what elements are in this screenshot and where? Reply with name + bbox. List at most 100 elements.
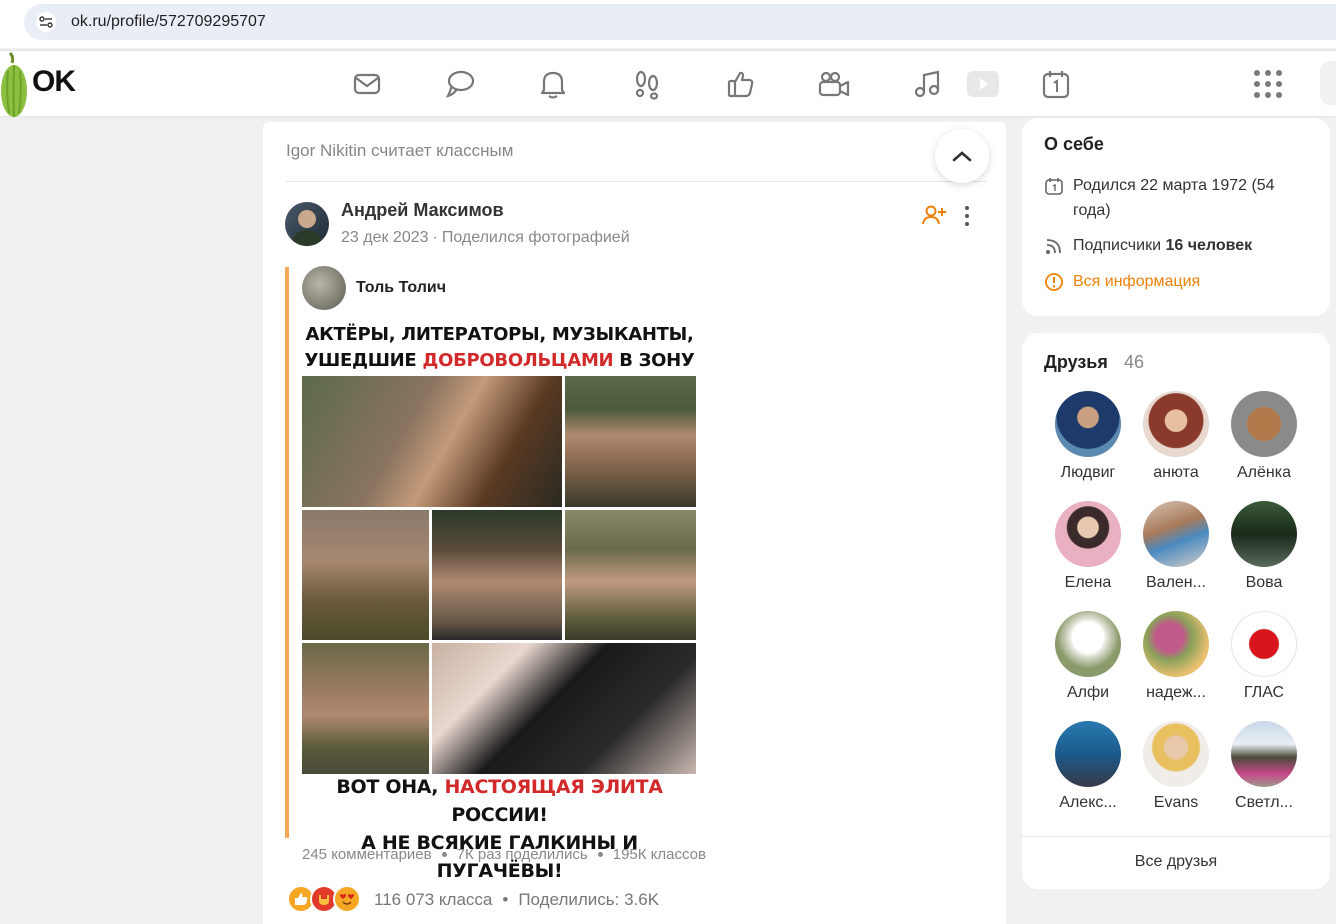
repost-author-name[interactable]: Толь Толич <box>356 279 446 297</box>
friend-avatar <box>1143 721 1209 787</box>
subscribers-label: Подписчики <box>1073 237 1166 254</box>
repost-line <box>285 267 289 838</box>
friend-avatar <box>1055 611 1121 677</box>
subscribers-info[interactable]: Подписчики 16 человек <box>1044 233 1314 259</box>
friend-item[interactable]: Вален... <box>1132 501 1220 592</box>
friend-avatar <box>1055 721 1121 787</box>
friend-item[interactable]: Алёнка <box>1220 391 1308 482</box>
friend-name: ГЛАС <box>1243 684 1285 701</box>
friend-avatar <box>1055 391 1121 457</box>
friend-name: анюта <box>1153 464 1199 481</box>
photo-violinist <box>302 376 562 507</box>
friend-item[interactable]: Вова <box>1220 501 1308 592</box>
friend-avatar <box>1143 611 1209 677</box>
subscribers-value: 16 человек <box>1165 237 1253 254</box>
post-meta: 23 дек 2023 · Поделился фотографией <box>341 229 630 246</box>
author-avatar[interactable] <box>285 202 329 246</box>
bell-icon[interactable] <box>535 66 571 102</box>
chat-icon[interactable] <box>442 66 478 102</box>
all-friends-link[interactable]: Все друзья <box>1022 853 1330 871</box>
friend-avatar <box>1231 501 1297 567</box>
reactions-summary: 116 073 класса • Поделились: 3.6K <box>374 890 660 909</box>
reactions-count[interactable]: 116 073 класса <box>374 890 492 909</box>
post-image[interactable]: АКТЁРЫ, ЛИТЕРАТОРЫ, МУЗЫКАНТЫ, УШЕДШИЕ Д… <box>301 318 698 882</box>
friend-name: надеж... <box>1146 684 1206 701</box>
footprints-icon[interactable] <box>629 66 665 102</box>
friend-name: Светл... <box>1235 794 1293 811</box>
info-icon <box>1044 272 1064 292</box>
liked-by-line: Igor Nikitin считает классным <box>286 141 514 160</box>
poster-caption: ВОТ ОНА, НАСТОЯЩАЯ ЭЛИТА РОССИИ! А НЕ ВС… <box>301 773 698 885</box>
friends-title[interactable]: Друзья <box>1044 352 1108 373</box>
like-icon[interactable] <box>723 66 759 102</box>
rss-icon <box>1044 236 1064 256</box>
add-friend-icon[interactable] <box>922 204 946 226</box>
friend-name: Алекс... <box>1059 794 1117 811</box>
friend-item[interactable]: Людвиг <box>1044 391 1132 482</box>
reactions-icons[interactable] <box>287 885 361 913</box>
friend-avatar <box>1143 501 1209 567</box>
photo-soldier-beanie <box>565 510 696 640</box>
photo-soldier-cap <box>565 376 696 507</box>
browser-address-bar: ok.ru/profile/572709295707 <box>0 0 1336 48</box>
user-menu-edge[interactable] <box>1320 61 1336 105</box>
calendar-icon <box>1044 176 1064 196</box>
site-settings-icon[interactable] <box>36 12 56 32</box>
friend-name: Evans <box>1153 794 1199 811</box>
comments-count[interactable]: 245 комментариев <box>302 846 432 863</box>
friend-avatar <box>1231 611 1297 677</box>
all-info-text: Вся информация <box>1073 273 1201 290</box>
repost-author-avatar[interactable] <box>302 266 346 310</box>
friend-name: Людвиг <box>1060 464 1116 481</box>
about-card: О себе Родился 22 марта 1972 (54 года) По… <box>1022 118 1330 316</box>
shared-count[interactable]: Поделились: 3.6K <box>518 890 659 909</box>
all-info-link[interactable]: Вся информация <box>1044 269 1314 295</box>
friend-avatar <box>1231 391 1297 457</box>
friend-item[interactable]: Алекс... <box>1044 721 1132 812</box>
friend-name: Алёнка <box>1237 464 1291 481</box>
url-text: ok.ru/profile/572709295707 <box>71 13 266 30</box>
post-stats: 245 комментариев 7К раз поделились 195К … <box>302 846 706 863</box>
classes-count[interactable]: 195К классов <box>613 846 706 863</box>
apps-grid-icon[interactable] <box>1254 70 1284 100</box>
music-icon[interactable] <box>909 66 945 102</box>
friend-name: Вален... <box>1146 574 1206 591</box>
chevron-up-icon <box>952 151 972 162</box>
zucchini-icon <box>1 51 27 118</box>
friend-item[interactable]: ГЛАС <box>1220 611 1308 702</box>
video-camera-icon[interactable] <box>816 66 852 102</box>
divider <box>286 181 986 182</box>
logo-text: OK <box>32 65 76 98</box>
photo-soldier-3 <box>302 643 429 774</box>
poster-caption-line1: ВОТ ОНА, НАСТОЯЩАЯ ЭЛИТА РОССИИ! <box>336 776 663 826</box>
calendar-icon[interactable] <box>1038 66 1074 102</box>
post-date[interactable]: 23 дек 2023 <box>341 229 429 246</box>
friend-avatar <box>1231 721 1297 787</box>
friend-name: Елена <box>1064 574 1112 591</box>
birth-date: Родился 22 марта 1972 (54 <box>1073 177 1275 194</box>
feed-post-card: Igor Nikitin считает классным Андрей Мак… <box>263 122 1006 924</box>
friend-item[interactable]: Елена <box>1044 501 1132 592</box>
url-field[interactable]: ok.ru/profile/572709295707 <box>24 4 1336 40</box>
photo-soldier-balaclava <box>432 643 696 774</box>
friend-item[interactable]: анюта <box>1132 391 1220 482</box>
more-options-icon[interactable] <box>957 204 977 228</box>
collapse-button[interactable] <box>935 129 989 183</box>
shares-count[interactable]: 7К раз поделились <box>457 846 588 863</box>
about-title: О себе <box>1044 134 1104 154</box>
friends-count: 46 <box>1124 352 1145 372</box>
friend-avatar <box>1143 391 1209 457</box>
poster-headline-line1: АКТЁРЫ, ЛИТЕРАТОРЫ, МУЗЫКАНТЫ, <box>305 324 694 345</box>
ok-logo[interactable]: OK <box>0 51 80 118</box>
play-icon[interactable] <box>965 66 1001 102</box>
heart-eyes-reaction-icon <box>333 885 361 913</box>
friend-item[interactable]: Светл... <box>1220 721 1308 812</box>
top-navigation: OK <box>0 50 1336 118</box>
friend-item[interactable]: Evans <box>1132 721 1220 812</box>
friend-item[interactable]: надеж... <box>1132 611 1220 702</box>
friends-card: Друзья 46 Людвиг анюта Алёнка Елена Вале… <box>1022 333 1330 889</box>
friend-item[interactable]: Алфи <box>1044 611 1132 702</box>
mail-icon[interactable] <box>349 66 385 102</box>
friend-avatar <box>1055 501 1121 567</box>
author-name[interactable]: Андрей Максимов <box>341 200 504 221</box>
